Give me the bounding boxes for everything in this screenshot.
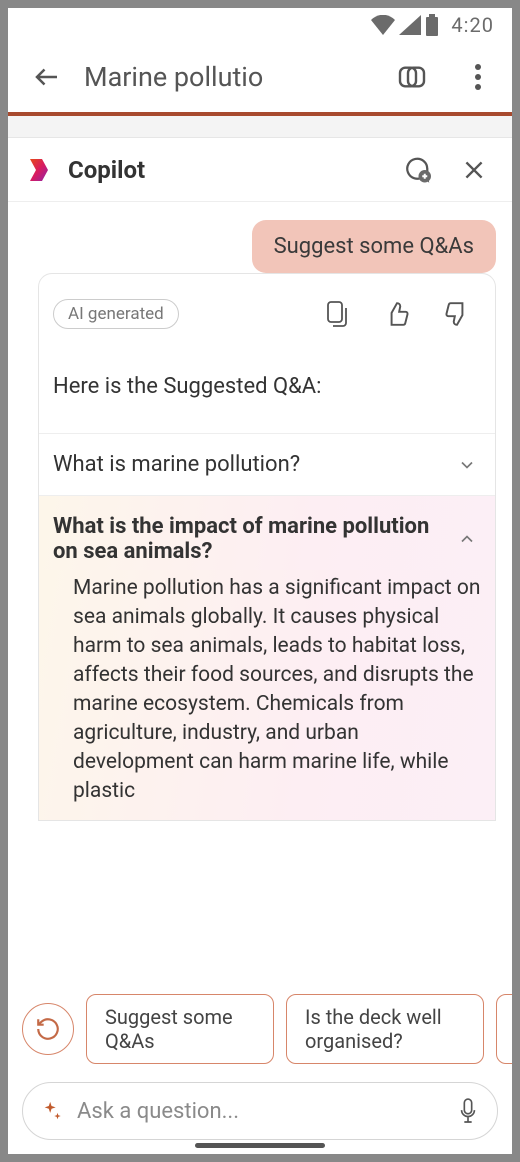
refresh-icon [35,1016,61,1042]
assistant-card: AI generated Here is the Suggested Q&A: … [38,273,496,821]
chevron-up-icon [457,529,477,549]
divider [8,116,512,138]
copilot-header: Copilot [8,138,512,202]
copilot-invoke-button[interactable] [388,53,436,101]
chevron-down-icon [457,455,477,475]
app-header: Marine pollutio [8,42,512,116]
refresh-suggestions-button[interactable] [22,1003,74,1055]
microphone-icon[interactable] [457,1097,479,1125]
new-chat-button[interactable] [394,148,438,192]
qa-item: What is the impact of marine pollution o… [39,495,495,820]
qa-item: What is marine pollution? [39,433,495,495]
suggestion-chip[interactable]: W th [496,994,512,1064]
back-button[interactable] [28,58,66,96]
more-menu-button[interactable] [454,53,502,101]
ai-generated-badge: AI generated [53,299,179,329]
more-vertical-icon [474,63,482,91]
close-icon [461,157,487,183]
thumbs-down-button[interactable] [433,290,481,338]
suggestion-label: Suggest some Q&As [105,1005,255,1053]
suggestion-chip[interactable]: Is the deck well organised? [286,994,484,1064]
copilot-glyph-icon [396,61,428,93]
wifi-icon [371,15,395,35]
user-message: Suggest some Q&As [252,220,496,273]
qa-question: What is the impact of marine pollution o… [53,514,445,564]
assistant-intro: Here is the Suggested Q&A: [39,346,495,433]
copy-icon [325,300,349,328]
qa-answer: Marine pollution has a significant impac… [39,570,495,820]
signal-icon [399,15,421,35]
chat-input-placeholder: Ask a question... [77,1099,443,1124]
home-indicator[interactable] [195,1143,325,1148]
close-button[interactable] [452,148,496,192]
status-bar: 4:20 [8,8,512,42]
copy-button[interactable] [313,290,361,338]
suggestion-chip[interactable]: Suggest some Q&As [86,994,274,1064]
copilot-logo-icon [24,155,54,185]
battery-icon [425,14,439,36]
qa-question: What is marine pollution? [53,452,300,477]
bottom-bar: Suggest some Q&As Is the deck well organ… [8,976,512,1154]
suggestion-label: Is the deck well organised? [305,1005,465,1053]
qa-toggle[interactable]: What is the impact of marine pollution o… [39,496,495,570]
arrow-left-icon [32,62,62,92]
copilot-title: Copilot [68,156,380,184]
sparkle-icon [41,1100,63,1122]
chat-plus-icon [401,155,431,185]
qa-toggle[interactable]: What is marine pollution? [39,434,495,495]
thumbs-down-icon [444,301,470,327]
thumbs-up-icon [384,301,410,327]
chat-input[interactable]: Ask a question... [22,1082,498,1140]
thumbs-up-button[interactable] [373,290,421,338]
status-time: 4:20 [451,13,494,37]
document-title: Marine pollutio [84,61,370,93]
